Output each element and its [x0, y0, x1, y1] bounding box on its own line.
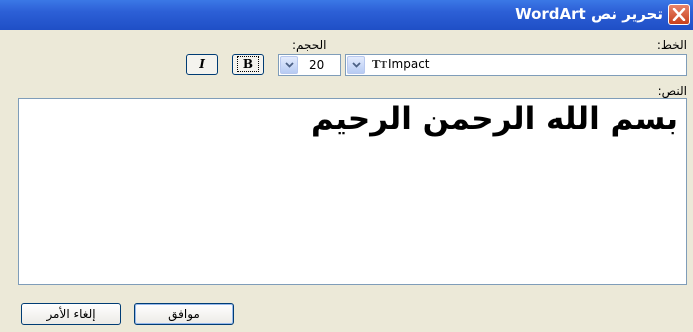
size-value: 20 [309, 58, 325, 72]
italic-button[interactable]: I [186, 54, 218, 75]
chevron-down-icon [285, 62, 294, 68]
wordart-text: بسم الله الرحمن الرحيم [310, 101, 678, 137]
size-dropdown-button[interactable] [280, 56, 298, 74]
font-dropdown-button[interactable] [347, 56, 365, 74]
font-value: TT Impact [372, 57, 430, 71]
close-icon [672, 8, 686, 21]
chevron-down-icon [352, 62, 361, 68]
font-name: Impact [388, 57, 430, 71]
close-button[interactable] [668, 4, 690, 25]
truetype-icon: TT [372, 58, 387, 71]
size-label: الحجم: [292, 38, 327, 52]
title-bar[interactable]: تحرير نص WordArt [0, 0, 693, 30]
font-label: الخط: [656, 38, 687, 52]
bold-button[interactable]: B [232, 54, 264, 75]
wordart-edit-dialog: تحرير نص WordArt الخط: الحجم: TT Impact … [0, 0, 693, 332]
font-select[interactable]: TT Impact [345, 54, 687, 76]
size-select[interactable]: 20 [278, 54, 341, 76]
ok-button[interactable]: موافق [134, 303, 234, 325]
window-title: تحرير نص WordArt [515, 5, 663, 23]
bold-label: B [236, 56, 260, 72]
text-label: النص: [657, 84, 687, 98]
cancel-button[interactable]: إلغاء الأمر [21, 303, 121, 325]
text-input[interactable]: بسم الله الرحمن الرحيم [18, 98, 687, 285]
italic-label: I [199, 57, 205, 71]
